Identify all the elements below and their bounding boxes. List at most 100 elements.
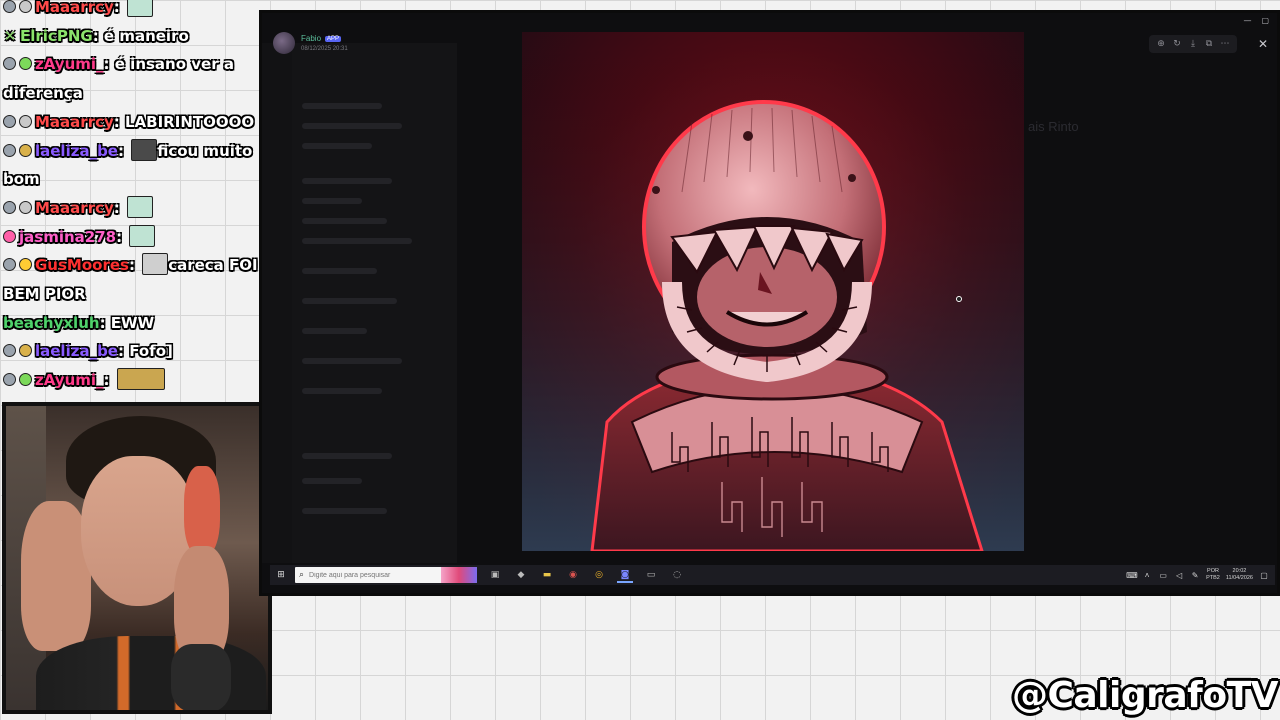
browser-icon[interactable]: ◉	[565, 567, 581, 583]
steam-icon[interactable]: ◌	[669, 567, 685, 583]
chat-username[interactable]: GusMoores	[35, 256, 129, 274]
close-icon[interactable]: ✕	[1256, 37, 1270, 51]
pen-icon[interactable]: ✎	[1190, 571, 1200, 580]
chat-text: ficou muito	[157, 141, 253, 160]
chat-text: diferença	[3, 84, 83, 103]
chat-message: beachyxluh: EWW	[3, 309, 154, 338]
moon-badge-icon	[3, 344, 16, 358]
chat-separator: :	[113, 0, 125, 16]
discord-icon[interactable]: ◙	[617, 567, 633, 583]
moon-badge-icon	[3, 114, 16, 128]
sub-badge-icon	[19, 373, 32, 387]
webcam-feed	[6, 406, 268, 710]
rotate-icon[interactable]: ↻	[1171, 38, 1183, 50]
windows-start-icon[interactable]: ⊞	[273, 567, 289, 583]
hands-emote-icon	[127, 195, 153, 218]
app-icon[interactable]: ◆	[513, 567, 529, 583]
zoom-icon[interactable]: ⊕	[1155, 38, 1167, 50]
webcam-frame	[2, 402, 272, 714]
chat-username[interactable]: ElricPNG	[20, 27, 93, 45]
chat-username[interactable]: Maaarrcy	[35, 199, 114, 217]
chat-separator: :	[117, 342, 130, 361]
chat-overlay: Maaarrcy: ✕ ElricPNG: é maneiro zAyumi_: é…	[0, 0, 262, 402]
chat-message: BEM PIOR	[3, 280, 86, 309]
chat-message: ✕ ElricPNG: é maneiro	[3, 22, 189, 51]
hands-emote-icon	[129, 224, 156, 247]
author-name[interactable]: Fabio APP	[301, 34, 342, 43]
chat-separator: :	[99, 313, 111, 332]
open-external-icon[interactable]: ⧉	[1203, 38, 1215, 50]
channel-handle: @CaligrafoTV	[1011, 675, 1279, 716]
clock[interactable]: 20:02 11/04/2026	[1226, 568, 1253, 582]
chat-message: Maaarrcy: LABIRINTOOOO	[3, 108, 254, 137]
chat-username[interactable]: Maaarrcy	[35, 0, 114, 16]
system-tray: ⌨ ˄ ▭ ◁ ✎ POR PTB2 20:02 11/04/2026 ▢	[1126, 568, 1275, 582]
lang-code: POR	[1207, 568, 1219, 574]
volume-icon[interactable]: ◁	[1174, 571, 1184, 580]
network-icon[interactable]: ▭	[1158, 571, 1168, 580]
chat-text: EWW	[110, 313, 155, 332]
artwork-image[interactable]	[522, 32, 1024, 551]
chat-username[interactable]: laeliza_be	[35, 142, 118, 160]
chat-message: zAyumi_:	[3, 366, 165, 395]
x-badge-icon: ✕	[3, 26, 17, 45]
chat-username[interactable]: zAyumi_	[35, 371, 104, 389]
moon-badge-icon	[3, 373, 16, 387]
chat-username[interactable]: jasmina278	[19, 228, 116, 246]
chat-message: laeliza_be: ficou muito	[3, 137, 252, 166]
keyboard-icon[interactable]: ⌨	[1126, 571, 1138, 580]
hands-emote-icon	[127, 0, 153, 17]
more-icon[interactable]: ⋯	[1219, 38, 1231, 50]
moon-badge-icon	[3, 143, 16, 157]
chat-message: jasmina278:	[3, 223, 156, 252]
moon-badge-icon	[3, 57, 16, 71]
chat-username[interactable]: zAyumi_	[35, 55, 104, 73]
chat-text: Fofo]	[129, 342, 173, 361]
chat-text: BEM PIOR	[3, 285, 86, 303]
chat-separator: :	[113, 198, 125, 217]
face-emote-icon	[131, 138, 158, 161]
sub-badge-icon	[19, 57, 32, 71]
chat-separator: :	[113, 112, 125, 131]
moon-badge-icon	[3, 200, 16, 214]
chat-separator: :	[92, 26, 104, 45]
chat-message: bom	[3, 165, 40, 194]
language-indicator[interactable]: POR PTB2	[1206, 568, 1220, 582]
chat-message: Maaarrcy:	[3, 194, 153, 223]
clock-time: 20:02	[1232, 568, 1247, 574]
chat-username[interactable]: beachyxluh	[3, 314, 100, 332]
chevron-up-icon[interactable]: ˄	[1142, 571, 1152, 580]
flower-badge-icon	[3, 229, 16, 243]
moon-badge-icon	[3, 0, 16, 13]
chat-text: é insano ver a	[114, 55, 234, 74]
sunglasses-emote-icon	[116, 368, 165, 391]
cheer-badge-icon	[19, 0, 32, 13]
chat-text: é maneiro	[103, 26, 189, 45]
chat-username[interactable]: laeliza_be	[35, 342, 118, 360]
download-icon[interactable]: ⤓	[1187, 38, 1199, 50]
moon-badge-icon	[3, 258, 16, 272]
username: Fabio	[301, 34, 322, 43]
chat-text: bom	[3, 170, 40, 189]
taskbar-search[interactable]: ⌕	[295, 567, 477, 583]
gift-badge-icon	[19, 143, 32, 157]
image-toolbar: ⊕ ↻ ⤓ ⧉ ⋯	[1149, 35, 1237, 53]
file-explorer-icon[interactable]: ▬	[539, 567, 555, 583]
chat-message: Maaarrcy:	[3, 0, 153, 22]
search-input[interactable]	[309, 571, 450, 579]
chat-username[interactable]: Maaarrcy	[35, 113, 114, 131]
microphone	[171, 644, 231, 710]
avatar[interactable]	[273, 32, 295, 54]
layout-code: PTB2	[1206, 575, 1220, 581]
cheer-badge-icon	[19, 200, 32, 214]
store-icon[interactable]: ▣	[487, 567, 503, 583]
terminal-icon[interactable]: ▭	[643, 567, 659, 583]
chrome-icon[interactable]: ◎	[591, 567, 607, 583]
gift-badge-icon	[19, 344, 32, 358]
chat-separator: :	[117, 141, 130, 160]
chat-text: LABIRINTOOOO	[125, 112, 255, 131]
notification-icon[interactable]: ▢	[1259, 571, 1269, 580]
post-timestamp: 08/12/2025 20:31	[301, 46, 348, 52]
chat-message: GusMoores: careca FOI	[3, 251, 258, 280]
heart-badge-icon	[19, 258, 32, 272]
